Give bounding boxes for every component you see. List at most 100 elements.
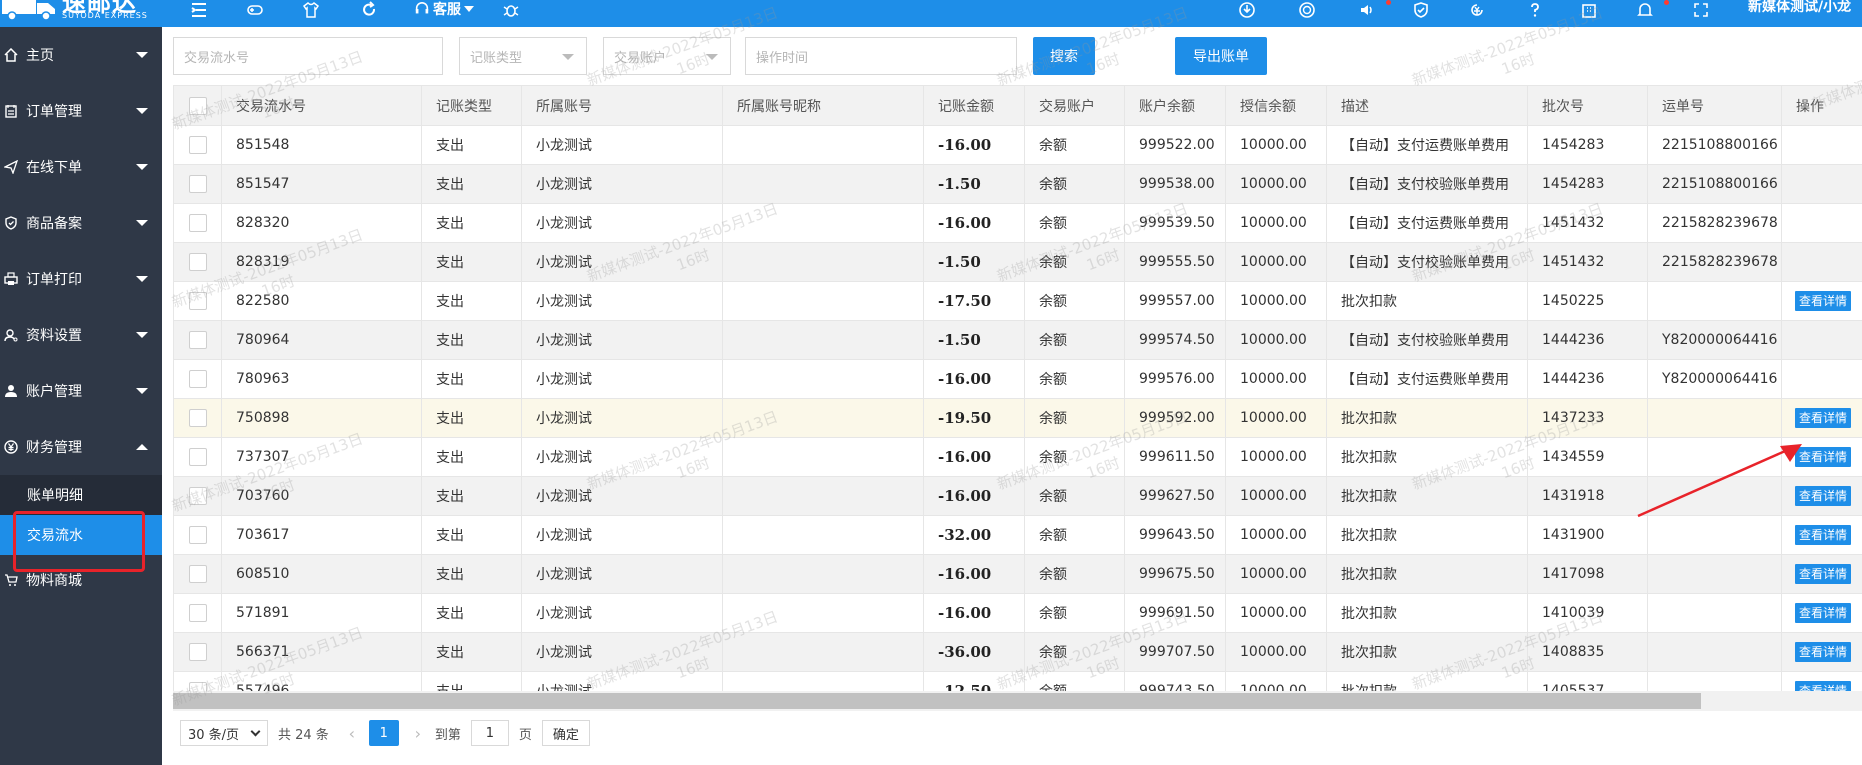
table-row[interactable]: 780964 支出 小龙测试 -1.50 余额 999574.50 10000.00 【自动】…	[173, 320, 1862, 360]
menu-toggle-icon[interactable]	[186, 0, 212, 20]
scrollbar-thumb[interactable]	[173, 693, 1701, 709]
sidebar-item-store[interactable]: 物料商城	[0, 555, 162, 605]
search-button[interactable]: 搜索	[1033, 37, 1095, 75]
bug-icon[interactable]	[498, 0, 524, 20]
sidebar-item-product-filing[interactable]: 商品备案	[0, 195, 162, 251]
download-icon[interactable]	[1234, 0, 1260, 20]
trade-account-select[interactable]: 交易账户	[603, 37, 731, 75]
select-all-checkbox[interactable]	[188, 96, 207, 115]
shirt-icon[interactable]	[298, 0, 324, 20]
yen-circle-icon[interactable]	[1464, 0, 1490, 20]
row-checkbox[interactable]	[188, 643, 207, 661]
bell-icon[interactable]	[1632, 0, 1658, 20]
sidebar-item-order-print[interactable]: 订单打印	[0, 251, 162, 307]
sidebar-item-bill-detail[interactable]: 账单明细	[0, 475, 162, 515]
view-detail-button[interactable]: 查看详情	[1795, 408, 1852, 428]
view-detail-button[interactable]: 查看详情	[1795, 447, 1852, 467]
table-row[interactable]: 566371 支出 小龙测试 -36.00 余额 999707.50 10000.00 批次扣…	[173, 632, 1862, 672]
sidebar-item-online-order[interactable]: 在线下单	[0, 139, 162, 195]
transactions-table-container[interactable]: 交易流水号 记账类型 所属账号 所属账号昵称 记账金额 交易账户 账户余额 授信…	[173, 85, 1862, 691]
sidebar-item-finance[interactable]: 财务管理	[0, 419, 162, 475]
row-checkbox[interactable]	[188, 604, 207, 622]
help-icon[interactable]	[1522, 0, 1548, 20]
user-menu[interactable]: 新媒体测试/小龙	[1748, 0, 1851, 14]
sidebar-item-home[interactable]: 主页	[0, 27, 162, 83]
view-detail-button[interactable]: 查看详情	[1795, 681, 1852, 691]
row-checkbox[interactable]	[188, 214, 207, 232]
next-page-icon[interactable]: ›	[407, 724, 429, 743]
description-cell: 批次扣款	[1326, 437, 1528, 477]
row-checkbox[interactable]	[188, 136, 207, 154]
row-checkbox[interactable]	[188, 526, 207, 544]
shield-check-icon[interactable]	[1408, 0, 1434, 20]
row-checkbox[interactable]	[188, 565, 207, 583]
currency-icon[interactable]	[1294, 0, 1320, 20]
page-number-current[interactable]: 1	[368, 720, 399, 746]
record-type-select[interactable]: 记账类型	[459, 37, 587, 75]
row-checkbox[interactable]	[188, 409, 207, 427]
serial-number-cell: 608510	[221, 554, 422, 594]
goto-confirm-button[interactable]: 确定	[541, 720, 590, 746]
home-icon	[0, 47, 22, 63]
view-detail-button[interactable]: 查看详情	[1795, 525, 1852, 545]
row-checkbox[interactable]	[188, 487, 207, 505]
table-row[interactable]: 828319 支出 小龙测试 -1.50 余额 999555.50 10000.00 【自动】…	[173, 242, 1862, 282]
credit-cell: 10000.00	[1225, 515, 1327, 555]
page-size-select[interactable]: 30 条/页	[180, 720, 268, 746]
table-row[interactable]: 608510 支出 小龙测试 -16.00 余额 999675.50 10000.00 批次扣…	[173, 554, 1862, 594]
description-cell: 批次扣款	[1326, 671, 1528, 691]
view-detail-button[interactable]: 查看详情	[1795, 486, 1852, 506]
total-count: 共 24 条	[278, 727, 329, 743]
transactions-table: 交易流水号 记账类型 所属账号 所属账号昵称 记账金额 交易账户 账户余额 授信…	[173, 85, 1862, 691]
sidebar-item-orders[interactable]: 订单管理	[0, 83, 162, 139]
table-row[interactable]: 737307 支出 小龙测试 -16.00 余额 999611.50 10000.00 批次扣…	[173, 437, 1862, 477]
refresh-icon[interactable]	[356, 0, 382, 20]
row-checkbox[interactable]	[188, 253, 207, 271]
table-row[interactable]: 780963 支出 小龙测试 -16.00 余额 999576.00 10000.00 【自动…	[173, 359, 1862, 399]
table-row[interactable]: 851548 支出 小龙测试 -16.00 余额 999522.00 10000.00 【自动…	[173, 125, 1862, 165]
amount-cell: -1.50	[923, 242, 1025, 282]
sidebar-item-profile-settings[interactable]: 资料设置	[0, 307, 162, 363]
pagination: 30 条/页 共 24 条 ‹ 1 › 到第 1 页 确定	[180, 720, 590, 746]
goto-page-input[interactable]: 1	[470, 720, 509, 746]
view-detail-button[interactable]: 查看详情	[1795, 642, 1852, 662]
amount-cell: -1.50	[923, 164, 1025, 204]
view-detail-button[interactable]: 查看详情	[1795, 564, 1852, 584]
operation-time-input[interactable]: 操作时间	[745, 37, 1017, 75]
account-cell: 小龙测试	[521, 203, 723, 243]
row-checkbox[interactable]	[188, 448, 207, 466]
fullscreen-icon[interactable]	[1688, 0, 1714, 20]
row-select-cell	[173, 593, 222, 633]
row-checkbox[interactable]	[188, 292, 207, 310]
description-cell: 【自动】支付校验账单费用	[1326, 242, 1528, 282]
building-icon[interactable]	[1576, 0, 1602, 20]
table-row[interactable]: 822580 支出 小龙测试 -17.50 余额 999557.00 10000.00 批次扣…	[173, 281, 1862, 321]
table-row[interactable]: 703617 支出 小龙测试 -32.00 余额 999643.50 10000.00 批次扣…	[173, 515, 1862, 555]
batch-number-cell: 1408835	[1527, 632, 1648, 672]
prev-page-icon[interactable]: ‹	[341, 724, 363, 743]
sidebar-item-account-management[interactable]: 账户管理	[0, 363, 162, 419]
column-header: 交易流水号	[221, 85, 422, 126]
row-checkbox[interactable]	[188, 682, 207, 691]
serial-number-cell: 828320	[221, 203, 422, 243]
sidebar-item-transactions[interactable]: 交易流水	[0, 515, 162, 555]
row-checkbox[interactable]	[188, 175, 207, 193]
table-row[interactable]: 703760 支出 小龙测试 -16.00 余额 999627.50 10000.00 批次扣…	[173, 476, 1862, 516]
table-row[interactable]: 750898 支出 小龙测试 -19.50 余额 999592.00 10000.00 批次扣…	[173, 398, 1862, 438]
gamepad-icon[interactable]	[242, 0, 268, 20]
sidebar-item-label: 账户管理	[26, 384, 82, 400]
export-bill-button[interactable]: 导出账单	[1175, 37, 1267, 75]
row-checkbox[interactable]	[188, 370, 207, 388]
table-row[interactable]: 571891 支出 小龙测试 -16.00 余额 999691.50 10000.00 批次扣…	[173, 593, 1862, 633]
customer-service-menu[interactable]: 客服	[414, 0, 474, 18]
volume-icon[interactable]	[1354, 0, 1380, 20]
table-row[interactable]: 828320 支出 小龙测试 -16.00 余额 999539.50 10000.00 【自动…	[173, 203, 1862, 243]
table-row[interactable]: 851547 支出 小龙测试 -1.50 余额 999538.00 10000.00 【自动】…	[173, 164, 1862, 204]
horizontal-scrollbar[interactable]	[173, 691, 1862, 711]
view-detail-button[interactable]: 查看详情	[1795, 291, 1852, 311]
view-detail-button[interactable]: 查看详情	[1795, 603, 1852, 623]
table-row[interactable]: 557496支出小龙测试 -12.50余额999743.5010000.00批次扣…	[173, 671, 1862, 691]
serial-number-input[interactable]: 交易流水号	[173, 37, 443, 75]
balance-cell: 999743.50	[1124, 671, 1226, 691]
row-checkbox[interactable]	[188, 331, 207, 349]
